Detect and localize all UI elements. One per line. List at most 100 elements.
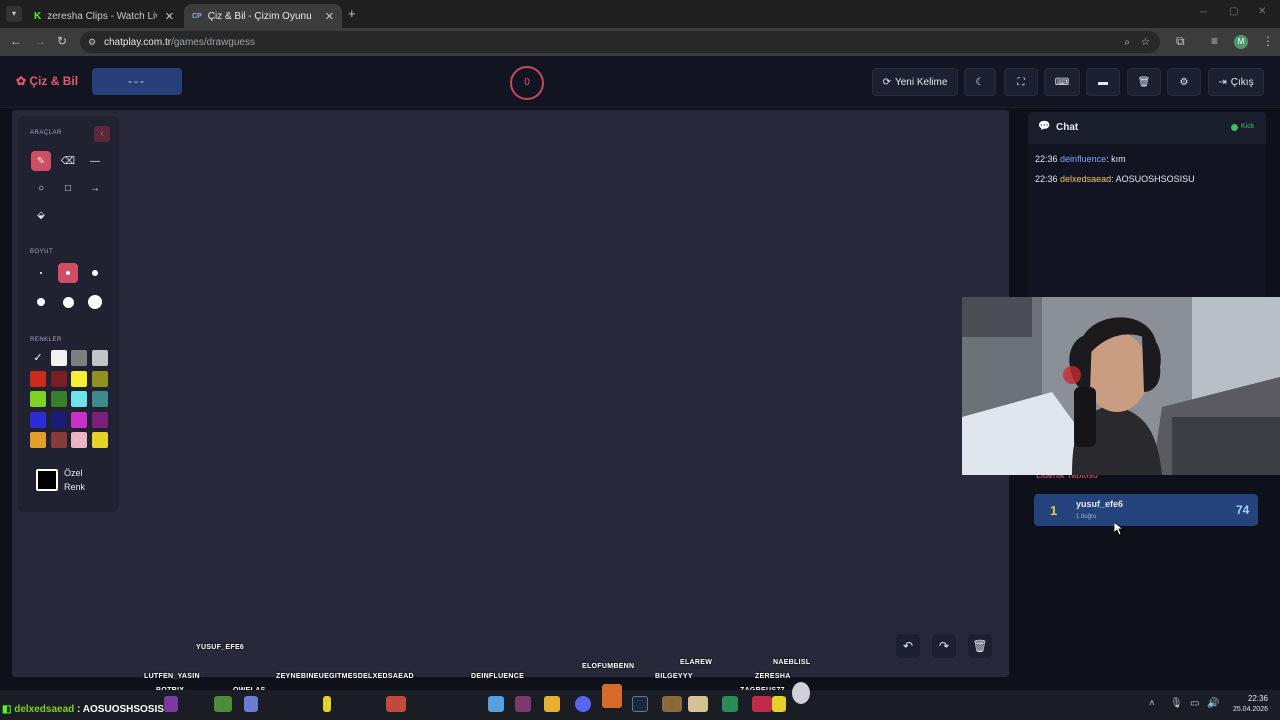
color-swatch[interactable]	[91, 411, 108, 428]
color-swatch[interactable]	[91, 350, 108, 366]
exit-label: Çıkış	[1230, 76, 1254, 88]
avatar-sprite	[602, 684, 622, 708]
archive-button[interactable]: ▬	[1086, 68, 1120, 96]
minimize-icon[interactable]: ─	[1200, 7, 1207, 18]
tray-chevron-icon[interactable]: ˄	[1149, 698, 1155, 709]
chat-message: 22:36 delxedsaead: AOSUOSHSOSISU	[1035, 174, 1195, 184]
url-host: chatplay.com.tr	[104, 36, 172, 48]
color-swatch[interactable]	[30, 391, 46, 407]
size-option-6[interactable]	[85, 292, 105, 312]
square-icon: □	[64, 182, 72, 194]
avatar-sprite	[752, 696, 772, 712]
app-icon[interactable]	[722, 696, 738, 712]
color-swatch[interactable]	[71, 432, 87, 448]
keyboard-icon: ⌨	[1054, 76, 1070, 88]
color-swatch[interactable]	[30, 432, 46, 448]
color-swatch[interactable]	[50, 432, 67, 448]
line-icon: —	[90, 155, 100, 167]
volume-icon[interactable]: 🔊	[1207, 698, 1219, 709]
size-option-5[interactable]	[58, 292, 78, 312]
clock-time[interactable]: 22:36	[1230, 694, 1268, 703]
clear-canvas-button[interactable]: 🗑	[968, 634, 992, 658]
size-option-1[interactable]	[31, 263, 51, 283]
site-info-icon[interactable]: ⚙	[88, 37, 96, 48]
webcam-overlay	[962, 297, 1280, 475]
avatar-sprite	[386, 696, 406, 712]
color-swatch[interactable]	[50, 391, 67, 407]
archive-icon: ▬	[1098, 76, 1108, 88]
profile-avatar[interactable]: M	[1234, 35, 1248, 49]
maximize-icon[interactable]: ▢	[1229, 6, 1238, 17]
color-swatch[interactable]	[50, 411, 67, 428]
circle-tool-button[interactable]: ○	[31, 178, 51, 198]
drawing-canvas[interactable]	[12, 110, 1009, 677]
back-icon[interactable]: ←	[10, 34, 22, 48]
app-logo[interactable]: ✿ Çiz & Bil	[16, 74, 78, 88]
stream-chat-text: AOSUOSHSOSISU	[82, 704, 172, 715]
close-tab-icon[interactable]: ✕	[325, 10, 334, 23]
color-swatch[interactable]	[30, 411, 46, 428]
color-swatch[interactable]	[71, 370, 87, 387]
brush-tool-button[interactable]: ✎	[31, 151, 51, 171]
color-swatch[interactable]	[71, 350, 87, 366]
network-icon[interactable]: ▭	[1190, 698, 1199, 709]
discord-icon[interactable]	[575, 696, 591, 712]
clear-all-button[interactable]: 🗑	[1127, 68, 1161, 96]
brush-icon: ✎	[36, 155, 46, 167]
zoom-icon[interactable]: ⌕	[1124, 37, 1130, 48]
close-tab-icon[interactable]: ✕	[165, 10, 174, 23]
arrow-tool-button[interactable]: →	[85, 178, 105, 198]
status-label: Kick	[1241, 123, 1255, 130]
redo-button[interactable]: ↷	[932, 634, 956, 658]
color-swatch[interactable]	[30, 370, 46, 387]
color-swatch[interactable]	[50, 370, 67, 387]
color-swatch[interactable]	[91, 370, 108, 387]
url-field[interactable]: ⚙ chatplay.com.tr/games/drawguess ⌕ ☆	[80, 31, 1160, 53]
new-tab-button[interactable]: +	[348, 6, 356, 21]
rectangle-tool-button[interactable]: □	[58, 178, 78, 198]
overlay-username: ELAREW	[680, 659, 713, 666]
fill-tool-button[interactable]: ⬙	[31, 205, 51, 225]
tab-kick-clips[interactable]: K zeresha Clips - Watch Live on K ✕	[26, 4, 182, 28]
size-option-4[interactable]	[31, 292, 51, 312]
chat-message-text: AOSUOSHSOSISU	[1115, 174, 1195, 184]
collapse-panel-button[interactable]: ‹	[94, 126, 110, 142]
microphone-icon[interactable]: 🎙	[1170, 698, 1183, 709]
new-word-button[interactable]: ⟳ Yeni Kelime	[872, 68, 958, 96]
color-swatch[interactable]	[71, 411, 87, 428]
exit-button[interactable]: ⇥ Çıkış	[1208, 68, 1264, 96]
close-window-icon[interactable]: ✕	[1258, 6, 1266, 17]
visual-studio-icon[interactable]	[515, 696, 531, 712]
media-icon[interactable]: ≡	[1211, 34, 1218, 48]
line-tool-button[interactable]: —	[85, 151, 105, 171]
clock-date[interactable]: 25.04.2026	[1222, 706, 1268, 713]
reload-icon[interactable]: ↻	[57, 34, 67, 48]
eraser-tool-button[interactable]: ⌫	[58, 151, 78, 171]
avatar-sprite	[244, 696, 258, 712]
color-swatch[interactable]	[91, 432, 108, 448]
overlay-username: ZERESHA	[755, 673, 791, 680]
bookmark-star-icon[interactable]: ☆	[1141, 37, 1150, 48]
tab-list-menu[interactable]: ▾	[6, 6, 22, 22]
color-swatch[interactable]	[91, 391, 108, 407]
steam-icon[interactable]	[632, 696, 648, 712]
app-header: ✿ Çiz & Bil --- 0 ⟳ Yeni Kelime ☾ ⛶ ⌨ ▬ 🗑…	[0, 56, 1280, 108]
settings-button[interactable]: ⚙	[1167, 68, 1201, 96]
color-swatch[interactable]	[50, 350, 67, 366]
keyboard-button[interactable]: ⌨	[1044, 68, 1080, 96]
file-explorer-icon[interactable]	[488, 696, 504, 712]
custom-color-button[interactable]	[36, 469, 58, 491]
color-swatch[interactable]: ✓	[30, 350, 46, 366]
folder-icon[interactable]	[544, 696, 560, 712]
forward-icon[interactable]: →	[34, 34, 46, 48]
size-option-3[interactable]	[85, 263, 105, 283]
size-option-2[interactable]	[58, 263, 78, 283]
fullscreen-button[interactable]: ⛶	[1004, 68, 1038, 96]
undo-button[interactable]: ↶	[896, 634, 920, 658]
extensions-icon[interactable]: ⧉	[1176, 34, 1185, 49]
theme-toggle-button[interactable]: ☾	[964, 68, 996, 96]
color-swatch[interactable]	[71, 391, 87, 407]
tab-drawguess[interactable]: CP Çiz & Bil - Çizim Oyunu ✕	[184, 4, 342, 28]
browser-menu-icon[interactable]: ⋮	[1262, 34, 1274, 48]
url-path: /games/drawguess	[171, 36, 255, 48]
